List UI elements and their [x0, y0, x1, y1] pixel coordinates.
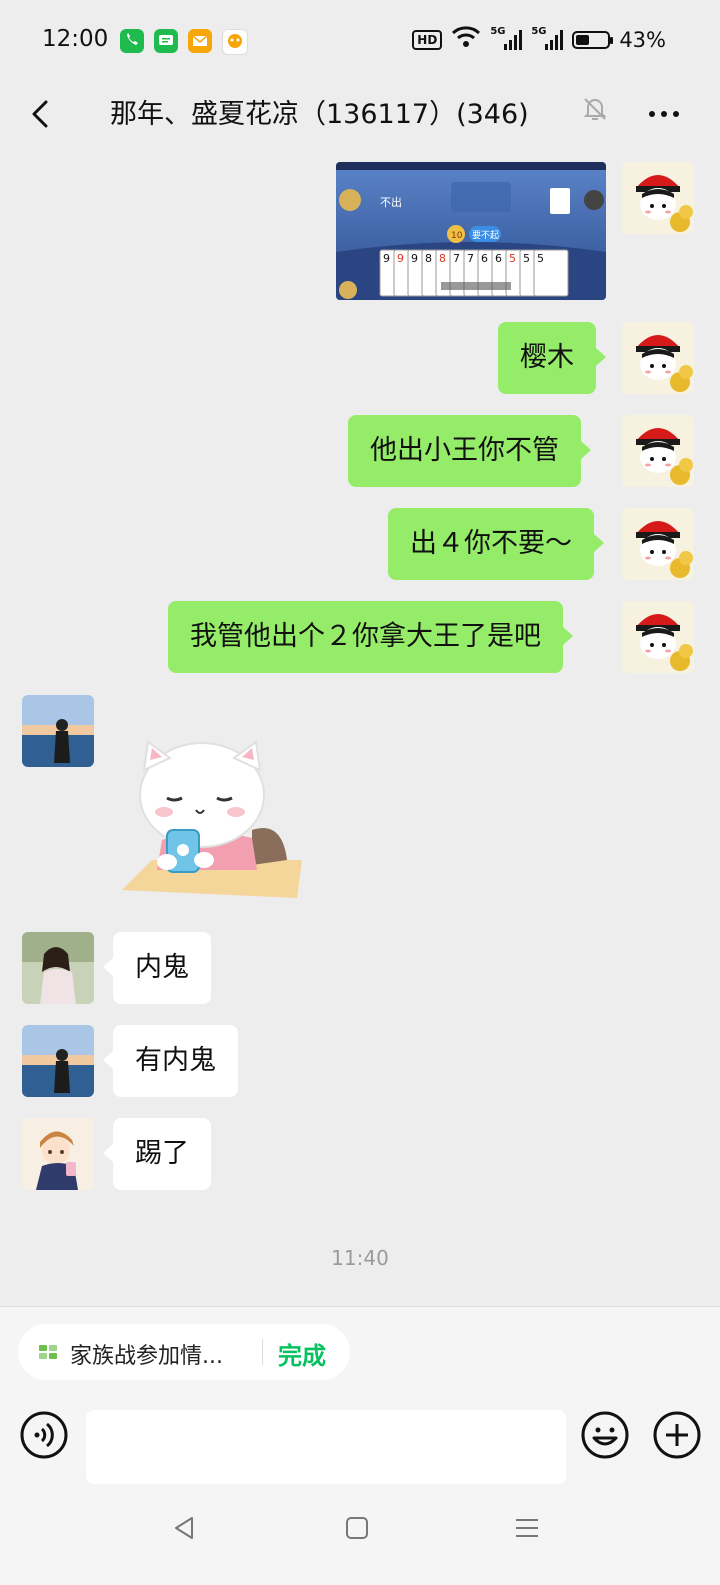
message-bubble-incoming[interactable]: 有内鬼 [103, 1025, 238, 1097]
my-avatar[interactable] [622, 508, 694, 580]
message-bubble-outgoing[interactable]: 樱木 [498, 322, 606, 394]
member-avatar-1[interactable] [22, 695, 94, 767]
message-bubble-incoming[interactable]: 内鬼 [103, 932, 211, 1004]
card-rank: 9 [397, 252, 404, 265]
card-rank: 7 [467, 252, 474, 265]
card-rank: 5 [537, 252, 544, 265]
game-screenshot-image[interactable]: 不出 10 要不起 999887766555 [336, 162, 606, 300]
message-bubble-incoming[interactable]: 踢了 [103, 1118, 211, 1190]
mute-bell-icon [580, 94, 610, 124]
family-battle-notice[interactable]: 家族战参加情... 完成 [18, 1324, 350, 1380]
message-input[interactable] [86, 1410, 566, 1484]
svg-text:要不起: 要不起 [472, 230, 499, 241]
game-app-icon [222, 29, 248, 55]
my-avatar[interactable] [622, 601, 694, 673]
nav-back-icon[interactable] [170, 1513, 200, 1543]
status-indicators: HD 5G 5G 43% [412, 26, 666, 53]
my-avatar[interactable] [622, 322, 694, 394]
svg-text:10: 10 [451, 231, 463, 241]
card-rank: 6 [481, 252, 488, 265]
done-button[interactable]: 完成 [278, 1336, 326, 1371]
message-bubble-outgoing[interactable]: 我管他出个２你拿大王了是吧 [168, 601, 573, 673]
my-avatar[interactable] [622, 162, 694, 234]
notice-text: 家族战参加情... [70, 1344, 223, 1369]
card-rank: 8 [439, 252, 446, 265]
chat-input-area: 家族战参加情... 完成 [0, 1306, 720, 1585]
back-button[interactable] [22, 92, 66, 136]
hd-badge: HD [412, 29, 443, 50]
card-rank: 6 [495, 252, 502, 265]
chat-header: 那年、盛夏花凉（136117）(346) [0, 80, 720, 152]
card-rank: 9 [411, 252, 418, 265]
more-functions-button[interactable] [652, 1410, 702, 1460]
cellular-signal-icon: 5G [490, 26, 523, 50]
card-rank: 5 [509, 252, 516, 265]
member-avatar-2[interactable] [22, 932, 94, 1004]
phone-app-icon [120, 29, 144, 53]
status-bar: 12:00 HD 5G 5G 43% [0, 0, 720, 80]
message-bubble-outgoing[interactable]: 出４你不要～ [388, 508, 604, 580]
task-icon [38, 1342, 58, 1362]
chat-title[interactable]: 那年、盛夏花凉（136117）(346) [110, 92, 529, 131]
battery-icon [572, 30, 614, 49]
wifi-icon [451, 26, 481, 53]
member-avatar-1[interactable] [22, 1025, 94, 1097]
nav-home-icon[interactable] [342, 1513, 372, 1543]
card-rank: 9 [383, 252, 390, 265]
card-rank: 5 [523, 252, 530, 265]
my-avatar[interactable] [622, 415, 694, 487]
pass-label: 不出 [380, 195, 402, 209]
mail-app-icon [188, 29, 212, 53]
emoji-button[interactable] [580, 1410, 630, 1460]
card-rank: 7 [453, 252, 460, 265]
card-rank: 8 [425, 252, 432, 265]
divider [262, 1339, 263, 1365]
chat-timestamp: 11:40 [331, 1246, 389, 1270]
cat-sticker[interactable] [112, 730, 312, 920]
more-options-button[interactable] [640, 92, 688, 136]
system-navigation-bar [0, 1491, 720, 1585]
member-avatar-3[interactable] [22, 1118, 94, 1190]
message-app-icon [154, 29, 178, 53]
message-bubble-outgoing[interactable]: 他出小王你不管 [348, 415, 591, 487]
battery-percent: 43% [619, 27, 666, 52]
status-time: 12:00 [42, 26, 109, 52]
nav-menu-icon[interactable] [512, 1513, 542, 1543]
cellular-signal-icon-2: 5G [531, 26, 564, 50]
voice-input-button[interactable] [19, 1410, 69, 1460]
